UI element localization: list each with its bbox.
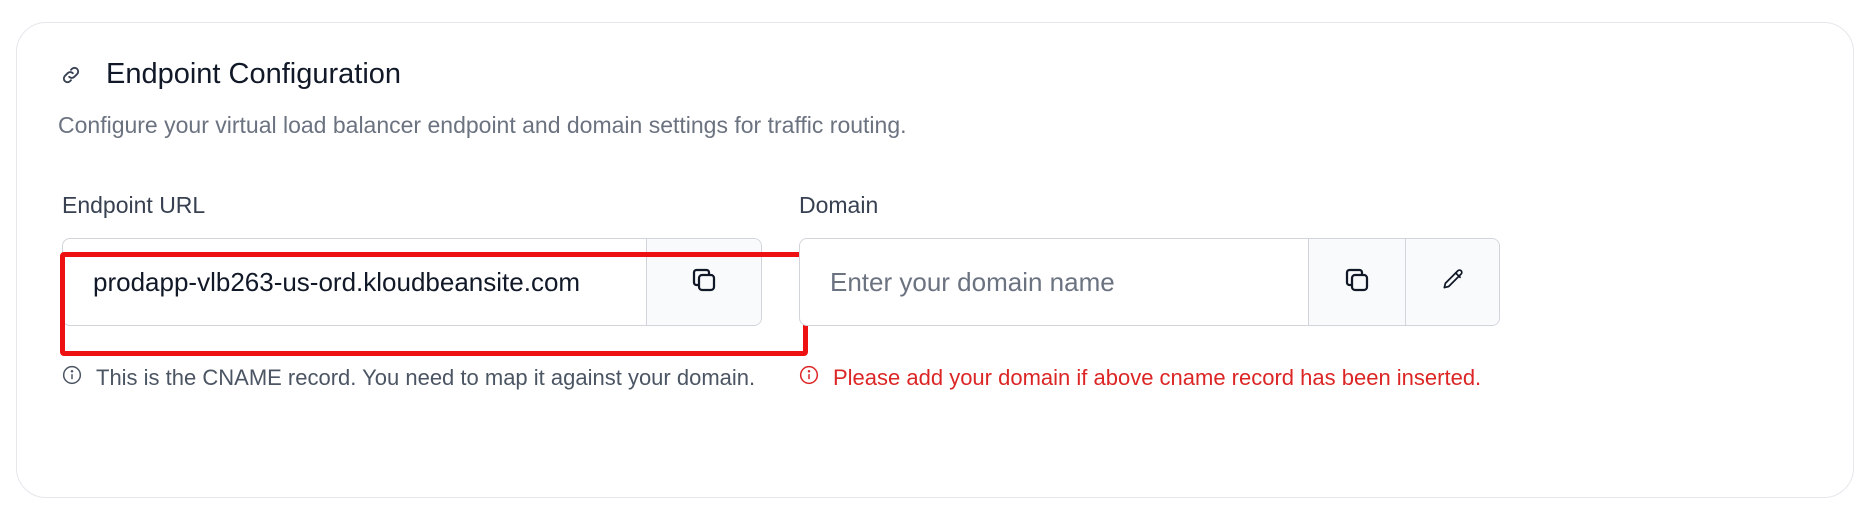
link-icon bbox=[56, 60, 86, 90]
copy-domain-button[interactable] bbox=[1309, 239, 1405, 325]
endpoint-hint-text: This is the CNAME record. You need to ma… bbox=[96, 365, 756, 390]
domain-field: Enter your domain name bbox=[799, 238, 1500, 326]
domain-error: Please add your domain if above cname re… bbox=[799, 365, 1481, 391]
domain-input[interactable]: Enter your domain name bbox=[800, 239, 1309, 325]
copy-endpoint-button[interactable] bbox=[647, 239, 761, 325]
pencil-icon bbox=[1440, 267, 1466, 298]
edit-domain-button[interactable] bbox=[1405, 239, 1499, 325]
section-subtitle: Configure your virtual load balancer end… bbox=[58, 112, 907, 138]
section-title: Endpoint Configuration bbox=[106, 58, 402, 90]
section-header: Endpoint Configuration bbox=[56, 58, 401, 91]
endpoint-url-field: prodapp-vlb263-us-ord.kloudbeansite.com bbox=[62, 238, 762, 326]
endpoint-hint: This is the CNAME record. You need to ma… bbox=[62, 365, 755, 391]
endpoint-url-value[interactable]: prodapp-vlb263-us-ord.kloudbeansite.com bbox=[63, 239, 647, 325]
domain-error-text: Please add your domain if above cname re… bbox=[833, 365, 1482, 390]
domain-label: Domain bbox=[799, 192, 879, 218]
info-icon bbox=[799, 365, 819, 391]
copy-icon bbox=[1342, 265, 1372, 300]
endpoint-url-label: Endpoint URL bbox=[62, 192, 206, 218]
copy-icon bbox=[689, 265, 719, 300]
info-icon bbox=[62, 365, 82, 391]
